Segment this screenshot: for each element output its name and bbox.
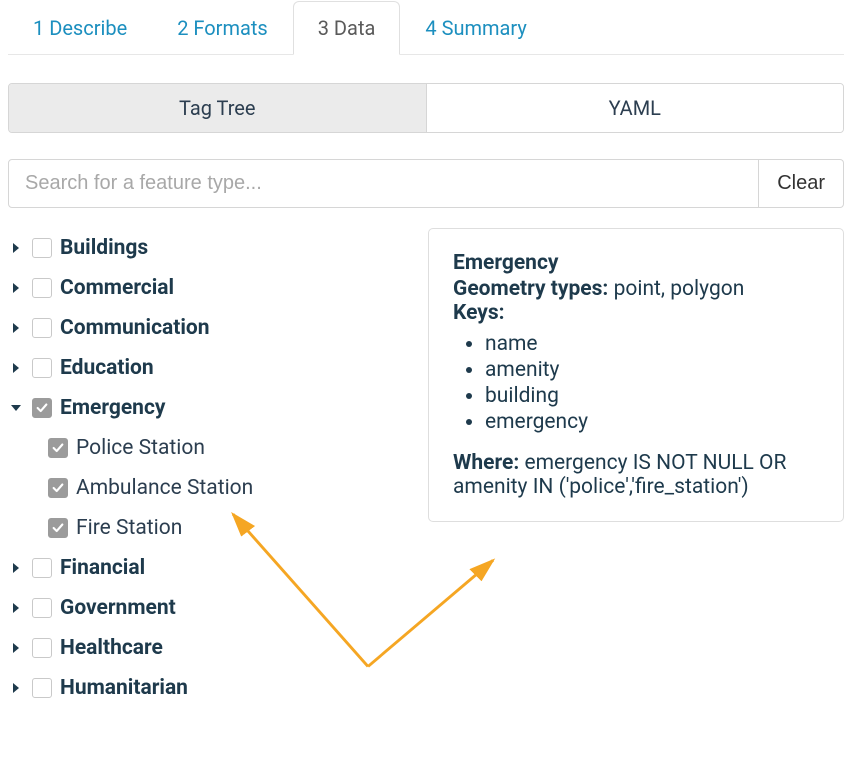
chevron-right-icon[interactable]: [8, 560, 24, 576]
tab-formats[interactable]: 2 Formats: [152, 1, 293, 55]
tree-node-label: Communication: [60, 316, 210, 340]
wizard-tabs: 1 Describe 2 Formats 3 Data 4 Summary: [8, 0, 844, 55]
tree-node[interactable]: Education: [8, 348, 408, 388]
keys-label: Keys:: [453, 301, 505, 325]
tree-node[interactable]: Buildings: [8, 228, 408, 268]
checkbox[interactable]: [32, 318, 52, 338]
tree-node-label: Commercial: [60, 276, 174, 300]
tree-node-label: Humanitarian: [60, 676, 188, 700]
tree-node[interactable]: Financial: [8, 548, 408, 588]
tree-node[interactable]: Communication: [8, 308, 408, 348]
key-item: amenity: [485, 357, 819, 383]
key-item: name: [485, 331, 819, 357]
checkbox[interactable]: [32, 278, 52, 298]
checkbox[interactable]: [32, 638, 52, 658]
details-title: Emergency: [453, 251, 819, 275]
tree-node-label: Education: [60, 356, 154, 380]
keys-list: nameamenitybuildingemergency: [485, 331, 819, 435]
geometry-types-value: point, polygon: [614, 277, 745, 301]
checkbox[interactable]: [32, 598, 52, 618]
checkbox[interactable]: [48, 438, 68, 458]
key-item: building: [485, 383, 819, 409]
tree-child-label: Police Station: [76, 436, 205, 460]
chevron-right-icon[interactable]: [8, 280, 24, 296]
tree-node[interactable]: Emergency: [8, 388, 408, 428]
tree-child-label: Fire Station: [76, 516, 182, 540]
geometry-types-label: Geometry types:: [453, 277, 608, 301]
search-row: Clear: [8, 159, 844, 208]
chevron-right-icon[interactable]: [8, 600, 24, 616]
view-toggle: Tag Tree YAML: [8, 83, 844, 133]
where-label: Where:: [453, 451, 519, 475]
tree-child-node[interactable]: Police Station: [48, 428, 408, 468]
tree-children: Police Station Ambulance Station Fire Stat…: [48, 428, 408, 548]
tab-summary[interactable]: 4 Summary: [400, 1, 551, 55]
checkbox[interactable]: [32, 678, 52, 698]
tree-child-node[interactable]: Ambulance Station: [48, 468, 408, 508]
chevron-down-icon[interactable]: [8, 400, 24, 416]
tree-child-label: Ambulance Station: [76, 476, 253, 500]
key-item: emergency: [485, 409, 819, 435]
checkbox[interactable]: [32, 558, 52, 578]
tree-node-label: Emergency: [60, 396, 165, 420]
chevron-right-icon[interactable]: [8, 320, 24, 336]
tree-node-label: Financial: [60, 556, 145, 580]
view-yaml[interactable]: YAML: [426, 84, 844, 132]
tree-node[interactable]: Humanitarian: [8, 668, 408, 708]
clear-button[interactable]: Clear: [759, 159, 844, 208]
tree-node[interactable]: Commercial: [8, 268, 408, 308]
details-panel: Emergency Geometry types: point, polygon…: [428, 228, 844, 522]
checkbox[interactable]: [48, 518, 68, 538]
view-tag-tree[interactable]: Tag Tree: [9, 84, 426, 132]
tree-node[interactable]: Government: [8, 588, 408, 628]
checkbox[interactable]: [48, 478, 68, 498]
checkbox[interactable]: [32, 398, 52, 418]
tree-child-node[interactable]: Fire Station: [48, 508, 408, 548]
chevron-right-icon[interactable]: [8, 640, 24, 656]
checkbox[interactable]: [32, 358, 52, 378]
chevron-right-icon[interactable]: [8, 240, 24, 256]
tree-node-label: Government: [60, 596, 176, 620]
main-area: Buildings Commercial Communication Educatio…: [8, 228, 844, 708]
tab-data[interactable]: 3 Data: [293, 1, 401, 55]
chevron-right-icon[interactable]: [8, 680, 24, 696]
tree-node-label: Buildings: [60, 236, 148, 260]
tree-node-label: Healthcare: [60, 636, 163, 660]
chevron-right-icon[interactable]: [8, 360, 24, 376]
checkbox[interactable]: [32, 238, 52, 258]
tab-describe[interactable]: 1 Describe: [8, 1, 152, 55]
search-input[interactable]: [8, 159, 759, 208]
tree-node[interactable]: Healthcare: [8, 628, 408, 668]
feature-tree: Buildings Commercial Communication Educatio…: [8, 228, 408, 708]
